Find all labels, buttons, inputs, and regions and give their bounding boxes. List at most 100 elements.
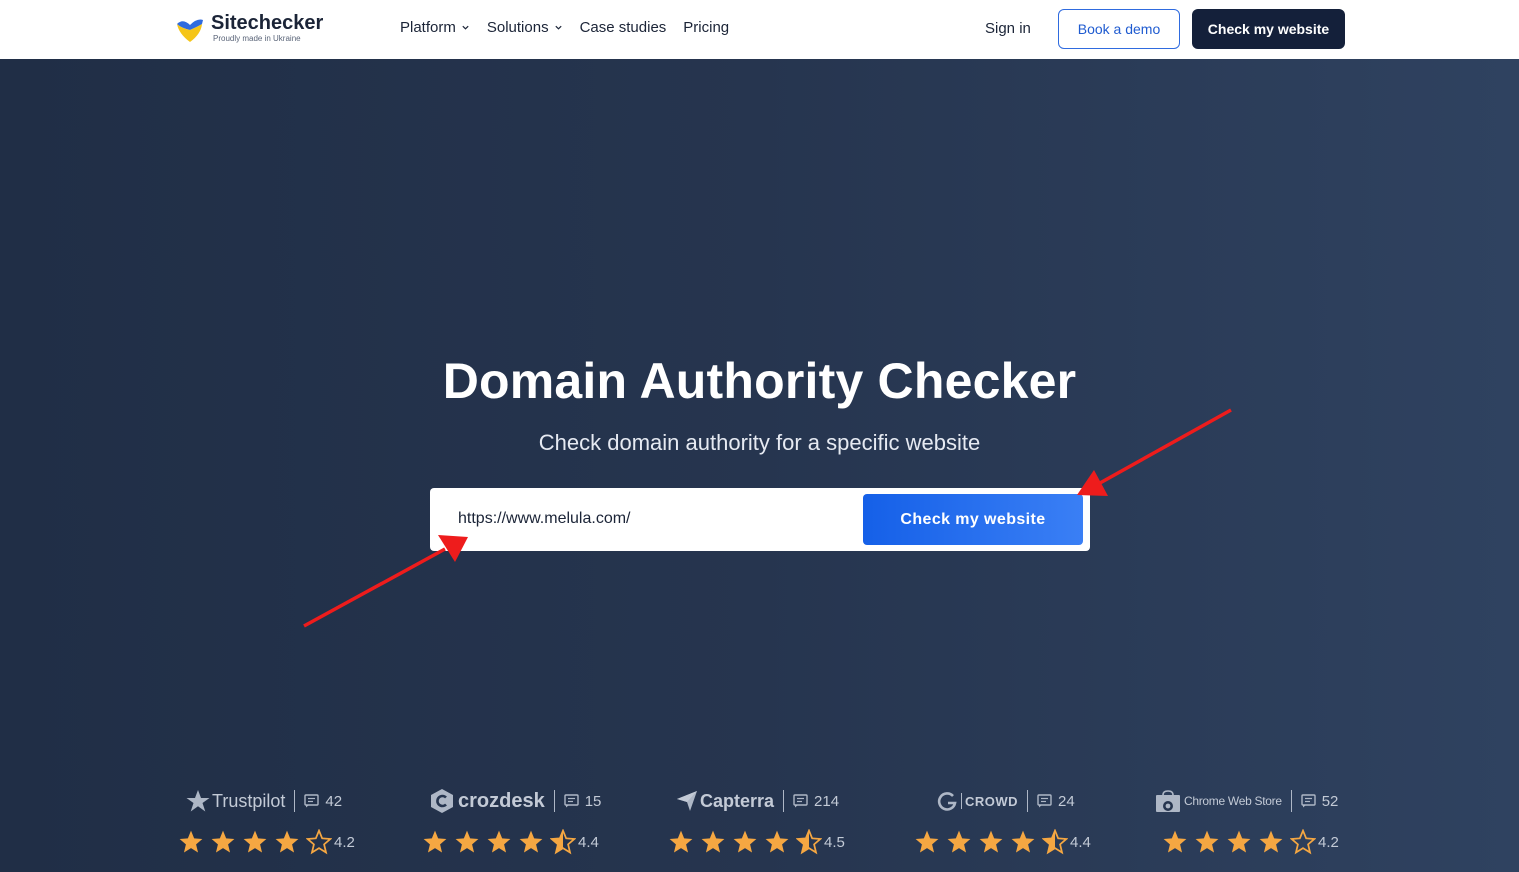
- star-full-icon: [211, 830, 235, 853]
- review-count-value: 15: [584, 792, 602, 810]
- review-count: 24: [1037, 793, 1075, 810]
- nav-solutions[interactable]: Solutions: [487, 19, 563, 36]
- star-full-icon: [669, 830, 693, 853]
- star-full-icon: [1011, 830, 1035, 853]
- star-full-icon: [947, 830, 971, 853]
- brand-name: Chrome Web Store: [1184, 794, 1282, 808]
- star-rating: 4.4: [422, 829, 599, 855]
- sign-in-link[interactable]: Sign in: [985, 20, 1031, 37]
- divider: [294, 790, 296, 812]
- star-full-icon: [733, 830, 757, 853]
- book-demo-button[interactable]: Book a demo: [1058, 9, 1180, 49]
- rating-crozdesk[interactable]: crozdesk 15 4.4: [422, 787, 622, 857]
- brand-crozdesk: crozdesk: [430, 788, 545, 814]
- divider: [1290, 790, 1292, 812]
- capterra-icon: [677, 791, 697, 811]
- brand-capterra: Capterra: [676, 790, 774, 812]
- chevron-down-icon: [554, 25, 562, 30]
- comment-icon: [1037, 794, 1052, 808]
- logo-name: Sitechecker: [211, 12, 324, 34]
- nav-platform-label: Platform: [400, 19, 456, 36]
- review-count-value: 24: [1058, 792, 1075, 810]
- brand-chrome-web-store: Chrome Web Store: [1155, 789, 1282, 813]
- review-count: 52: [1300, 792, 1339, 810]
- star-rating: 4.5: [668, 829, 845, 855]
- comment-icon: [793, 794, 808, 808]
- rating-score: 4.2: [334, 833, 355, 851]
- brand-trustpilot: Trustpilot: [186, 789, 285, 813]
- comment-icon: [304, 794, 320, 808]
- review-count-value: 52: [1321, 792, 1339, 810]
- star-empty-icon: [1290, 829, 1316, 855]
- star-empty-icon: [306, 829, 332, 855]
- star-full-icon: [915, 830, 939, 853]
- comment-icon: [564, 794, 579, 808]
- crozdesk-icon: [431, 789, 453, 813]
- nav-pricing[interactable]: Pricing: [683, 19, 729, 36]
- review-count: 42: [304, 793, 342, 810]
- star-full-icon: [179, 830, 203, 853]
- star-half-icon: [796, 829, 822, 855]
- rating-chrome-web-store[interactable]: Chrome Web Store 52 4.2: [1156, 787, 1362, 857]
- annotation-arrows: [303, 408, 1232, 628]
- review-count-value: 214: [814, 792, 840, 810]
- site-header: Sitechecker Proudly made in Ukraine Plat…: [0, 0, 1519, 59]
- brand-g2-crowd: CROWD: [936, 790, 1018, 812]
- rating-score: 4.5: [824, 833, 845, 851]
- star-rating: 4.2: [178, 829, 355, 855]
- star-full-icon: [275, 830, 299, 853]
- rating-score: 4.2: [1318, 833, 1339, 851]
- comment-icon: [1300, 794, 1316, 808]
- divider: [1027, 790, 1029, 812]
- logo-heart-icon: [177, 19, 203, 42]
- rating-trustpilot[interactable]: Trustpilot 42 4.2: [178, 787, 378, 857]
- url-check-form: Check my website: [430, 488, 1090, 551]
- url-input[interactable]: [458, 502, 858, 536]
- star-full-icon: [765, 830, 789, 853]
- review-count: 15: [564, 792, 602, 810]
- star-full-icon: [1163, 830, 1187, 853]
- nav-case-studies[interactable]: Case studies: [580, 19, 667, 36]
- star-full-icon: [701, 830, 725, 853]
- nav-case-studies-label: Case studies: [579, 19, 667, 36]
- trustpilot-star-icon: [186, 790, 210, 812]
- divider: [553, 790, 555, 812]
- star-full-icon: [243, 830, 267, 853]
- star-half-icon: [1042, 829, 1068, 855]
- star-full-icon: [423, 830, 447, 853]
- chevron-down-icon: [462, 25, 469, 30]
- star-full-icon: [1227, 830, 1251, 853]
- main-nav: Platform Solutions Case studies Pricing: [400, 19, 746, 36]
- star-full-icon: [519, 830, 543, 853]
- nav-platform[interactable]: Platform: [400, 19, 470, 36]
- chrome-web-store-icon: [1156, 790, 1180, 812]
- star-rating: 4.4: [914, 829, 1091, 855]
- page-subtitle: Check domain authority for a specific we…: [538, 430, 981, 455]
- nav-solutions-label: Solutions: [486, 19, 549, 36]
- rating-score: 4.4: [578, 833, 599, 851]
- page-title: Domain Authority Checker: [442, 353, 1077, 409]
- star-full-icon: [487, 830, 511, 853]
- divider: [783, 790, 785, 812]
- logo[interactable]: Sitechecker Proudly made in Ukraine: [175, 12, 323, 44]
- rating-score: 4.4: [1070, 833, 1091, 851]
- brand-name: Trustpilot: [212, 790, 286, 811]
- header-check-website-button[interactable]: Check my website: [1192, 9, 1345, 49]
- star-full-icon: [979, 830, 1003, 853]
- review-count: 214: [793, 793, 839, 810]
- check-website-button[interactable]: Check my website: [863, 494, 1083, 545]
- g2-icon: [937, 792, 957, 811]
- rating-g2-crowd[interactable]: CROWD 24 4.4: [914, 787, 1114, 857]
- star-full-icon: [455, 830, 479, 853]
- brand-name: crozdesk: [458, 789, 545, 812]
- brand-name: CROWD: [965, 793, 1019, 809]
- review-count-value: 42: [325, 792, 343, 810]
- hero-section: Domain Authority Checker Check domain au…: [0, 59, 1519, 872]
- star-half-icon: [550, 829, 576, 855]
- rating-capterra[interactable]: Capterra 214 4.5: [668, 787, 868, 857]
- brand-name: Capterra: [700, 790, 775, 811]
- nav-pricing-label: Pricing: [683, 19, 730, 36]
- star-rating: 4.2: [1162, 829, 1339, 855]
- star-full-icon: [1259, 830, 1283, 853]
- logo-tagline: Proudly made in Ukraine: [213, 34, 301, 43]
